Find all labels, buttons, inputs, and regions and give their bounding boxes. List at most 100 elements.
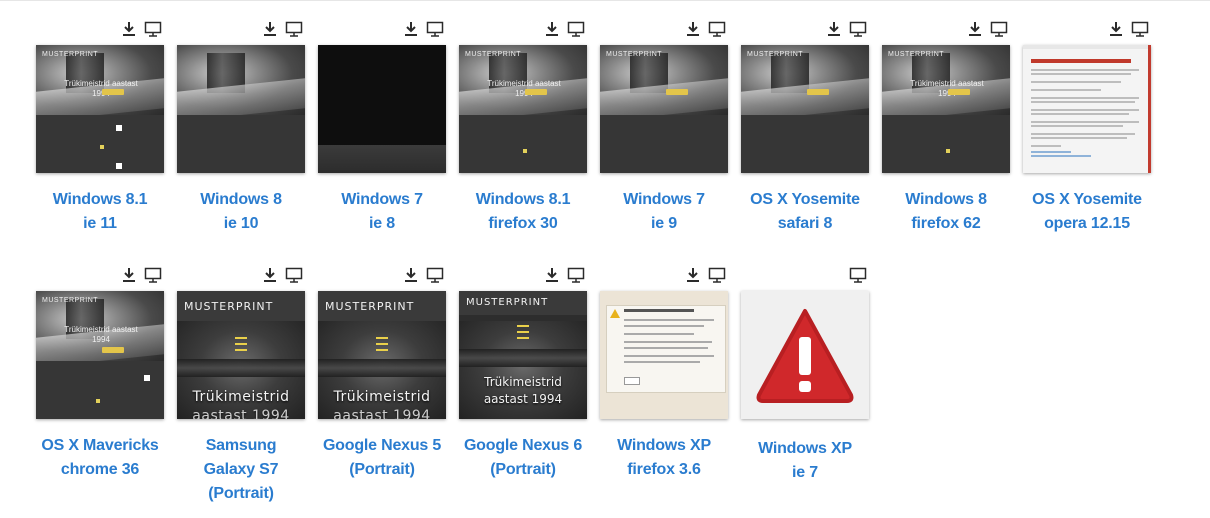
screenshot-label[interactable]: Windows 7 ie 8: [318, 188, 446, 236]
screenshot-thumbnail[interactable]: MUSTERPRINT Trükimeistrid aastast 1994: [459, 45, 587, 173]
download-icon[interactable]: [684, 266, 702, 284]
screenshot-card: Windows XP ie 7: [741, 258, 869, 485]
screenshot-label[interactable]: OS X Yosemite safari 8: [741, 188, 869, 236]
thumb-caption: Trükimeistrid: [192, 389, 290, 405]
os-name[interactable]: OS X Yosemite: [741, 188, 869, 212]
device-orientation[interactable]: (Portrait): [459, 458, 587, 482]
download-icon[interactable]: [684, 20, 702, 38]
download-icon[interactable]: [966, 20, 984, 38]
monitor-icon[interactable]: [285, 266, 303, 284]
device-model[interactable]: Galaxy S7: [177, 458, 305, 482]
screenshot-thumbnail[interactable]: MUSTERPRINT Trükimeistrid aastast 1994: [318, 291, 446, 419]
website-screenshot: MUSTERPRINT Trükimeistrid aastast 1994: [882, 45, 1010, 173]
screenshot-thumbnail[interactable]: MUSTERPRINT: [600, 45, 728, 173]
browser-name[interactable]: chrome 36: [36, 458, 164, 482]
download-icon[interactable]: [825, 20, 843, 38]
screenshot-thumbnail[interactable]: [600, 291, 728, 419]
screenshot-label[interactable]: OS X Yosemite opera 12.15: [1023, 188, 1151, 236]
os-name[interactable]: Windows 7: [318, 188, 446, 212]
browser-name[interactable]: firefox 62: [882, 212, 1010, 236]
device-name[interactable]: Samsung: [177, 434, 305, 458]
screenshot-label[interactable]: Google Nexus 5 (Portrait): [318, 434, 446, 482]
screenshot-label[interactable]: Google Nexus 6 (Portrait): [459, 434, 587, 482]
browser-name[interactable]: firefox 30: [459, 212, 587, 236]
device-name[interactable]: Google Nexus 6: [459, 434, 587, 458]
screenshot-thumbnail[interactable]: MUSTERPRINT Trükimeistrid aastast 1994: [882, 45, 1010, 173]
monitor-icon[interactable]: [285, 20, 303, 38]
monitor-icon[interactable]: [708, 20, 726, 38]
screenshot-label[interactable]: Windows 8 ie 10: [177, 188, 305, 236]
os-name[interactable]: Windows XP: [741, 437, 869, 461]
monitor-icon[interactable]: [990, 20, 1008, 38]
download-icon[interactable]: [1107, 20, 1125, 38]
screenshot-card: MUSTERPRINT Trükimeistrid aastast 1994 W…: [36, 12, 164, 236]
screenshot-label[interactable]: Windows XP firefox 3.6: [600, 434, 728, 482]
monitor-icon[interactable]: [708, 266, 726, 284]
thumb-caption: Trükimeistrid: [333, 389, 431, 405]
browser-name[interactable]: opera 12.15: [1023, 212, 1151, 236]
device-orientation[interactable]: (Portrait): [318, 458, 446, 482]
monitor-icon[interactable]: [426, 20, 444, 38]
screenshot-thumbnail[interactable]: MUSTERPRINT Trükimeistrid aastast 1994: [177, 291, 305, 419]
os-name[interactable]: Windows 8: [882, 188, 1010, 212]
screenshot-thumbnail[interactable]: MUSTERPRINT Trükimeistrid aastast 1994: [459, 291, 587, 419]
thumb-brand: MUSTERPRINT: [466, 297, 549, 308]
os-name[interactable]: Windows XP: [600, 434, 728, 458]
monitor-icon[interactable]: [849, 20, 867, 38]
screenshot-label[interactable]: Windows 7 ie 9: [600, 188, 728, 236]
os-name[interactable]: Windows 7: [600, 188, 728, 212]
device-orientation[interactable]: (Portrait): [177, 482, 305, 506]
card-actions: [600, 12, 728, 38]
screenshot-thumbnail[interactable]: MUSTERPRINT Trükimeistrid aastast 1994: [36, 45, 164, 173]
browser-name[interactable]: ie 9: [600, 212, 728, 236]
browser-name[interactable]: ie 7: [741, 461, 869, 485]
screenshot-thumbnail[interactable]: [318, 45, 446, 173]
browser-name[interactable]: firefox 3.6: [600, 458, 728, 482]
screenshot-label[interactable]: Samsung Galaxy S7 (Portrait): [177, 434, 305, 506]
card-actions: [177, 258, 305, 284]
screenshot-label[interactable]: Windows 8 firefox 62: [882, 188, 1010, 236]
download-icon[interactable]: [261, 20, 279, 38]
browser-name[interactable]: safari 8: [741, 212, 869, 236]
screenshot-thumbnail[interactable]: MUSTERPRINT Trükimeistrid aastast 1994: [36, 291, 164, 419]
thumb-brand: MUSTERPRINT: [465, 51, 522, 58]
os-name[interactable]: Windows 8.1: [36, 188, 164, 212]
monitor-icon[interactable]: [144, 20, 162, 38]
screenshot-label[interactable]: Windows 8.1 ie 11: [36, 188, 164, 236]
monitor-icon[interactable]: [567, 266, 585, 284]
browser-name[interactable]: ie 8: [318, 212, 446, 236]
website-screenshot: MUSTERPRINT: [741, 45, 869, 173]
download-icon[interactable]: [543, 20, 561, 38]
screenshot-label[interactable]: Windows XP ie 7: [741, 437, 869, 485]
os-name[interactable]: Windows 8: [177, 188, 305, 212]
browser-name[interactable]: ie 10: [177, 212, 305, 236]
download-icon[interactable]: [543, 266, 561, 284]
screenshot-thumbnail[interactable]: MUSTERPRINT: [741, 45, 869, 173]
monitor-icon[interactable]: [426, 266, 444, 284]
screenshot-card: MUSTERPRINT Trükimeistrid aastast 1994 O…: [36, 258, 164, 482]
os-name[interactable]: OS X Mavericks: [36, 434, 164, 458]
download-icon[interactable]: [402, 20, 420, 38]
screenshot-card: Windows XP firefox 3.6: [600, 258, 728, 482]
screenshot-label[interactable]: OS X Mavericks chrome 36: [36, 434, 164, 482]
download-icon[interactable]: [261, 266, 279, 284]
monitor-icon[interactable]: [849, 266, 867, 284]
os-name[interactable]: OS X Yosemite: [1023, 188, 1151, 212]
screenshot-card: MUSTERPRINT Windows 7 ie 9: [600, 12, 728, 236]
download-icon[interactable]: [120, 20, 138, 38]
monitor-icon[interactable]: [567, 20, 585, 38]
screenshot-card: MUSTERPRINT Trükimeistrid aastast 1994 S…: [177, 258, 305, 506]
browser-name[interactable]: ie 11: [36, 212, 164, 236]
screenshot-thumbnail[interactable]: [177, 45, 305, 173]
screenshot-thumbnail[interactable]: [1023, 45, 1151, 173]
card-actions: [177, 12, 305, 38]
download-icon[interactable]: [120, 266, 138, 284]
monitor-icon[interactable]: [1131, 20, 1149, 38]
monitor-icon[interactable]: [144, 266, 162, 284]
download-icon[interactable]: [402, 266, 420, 284]
device-name[interactable]: Google Nexus 5: [318, 434, 446, 458]
screenshot-label[interactable]: Windows 8.1 firefox 30: [459, 188, 587, 236]
card-actions: [36, 258, 164, 284]
screenshot-thumbnail[interactable]: [741, 291, 869, 419]
os-name[interactable]: Windows 8.1: [459, 188, 587, 212]
